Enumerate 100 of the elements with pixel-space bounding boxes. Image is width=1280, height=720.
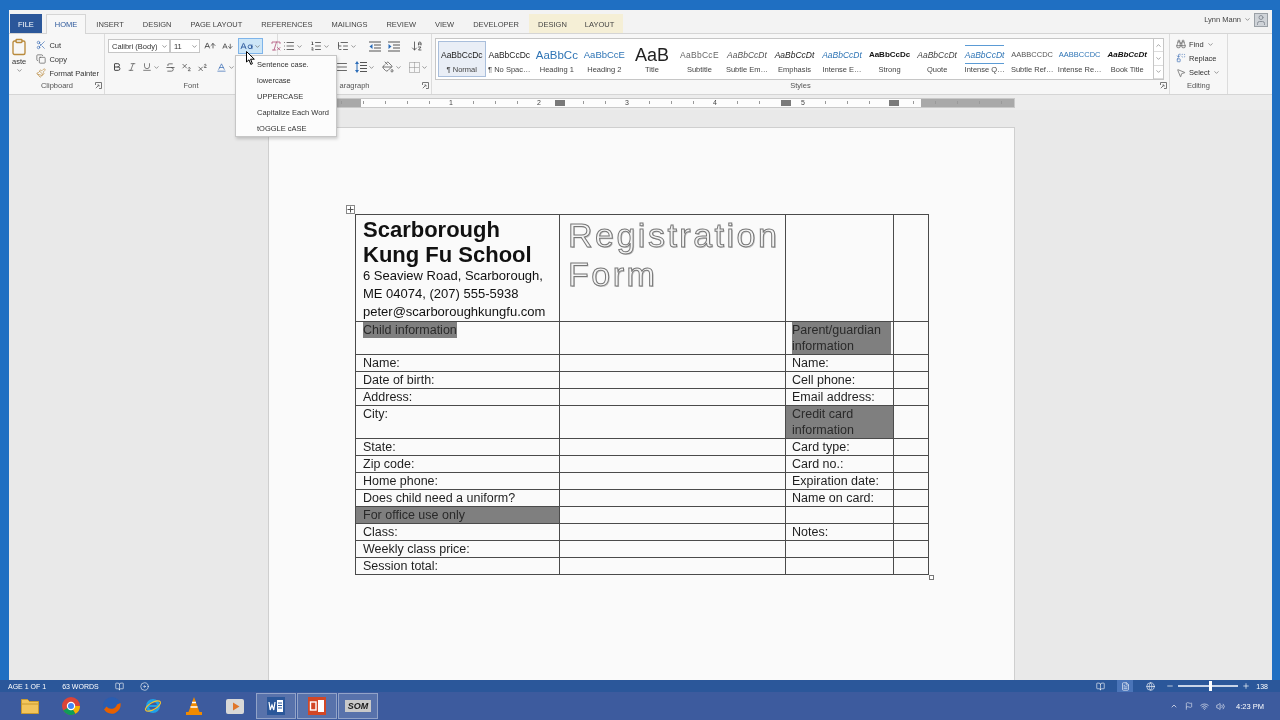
flag-icon[interactable] <box>1185 702 1194 710</box>
binoculars-icon <box>1176 39 1186 50</box>
print-layout-icon <box>1120 681 1130 691</box>
justify-icon <box>336 61 348 73</box>
caret-down-icon <box>191 42 198 50</box>
table-cell: Address: <box>355 388 560 406</box>
table-cell: Card type: <box>785 438 894 456</box>
bold-icon <box>112 62 122 72</box>
decrease-indent-button[interactable] <box>367 38 383 54</box>
read-mode-icon <box>1095 681 1105 691</box>
shaded-cell: Credit card information <box>785 405 894 439</box>
avatar-icon <box>1254 12 1268 27</box>
taskbar-button[interactable]: SOM <box>338 693 378 719</box>
table-cell <box>893 388 929 406</box>
play-icon <box>226 698 244 714</box>
table-cell <box>893 455 929 473</box>
table-cell: Name on card: <box>785 489 894 507</box>
change-case-button[interactable] <box>238 38 263 54</box>
section-heading: Child information <box>363 322 457 338</box>
caret-down-icon <box>1206 40 1214 48</box>
address-line: 6 Seaview Road, Scarborough, <box>363 267 544 285</box>
move-handle-icon[interactable] <box>346 205 355 214</box>
dialog-launcher-icon[interactable] <box>1160 82 1167 89</box>
table-cell: Notes: <box>785 523 894 541</box>
table-cell: Cell phone: <box>785 371 894 389</box>
ring-icon <box>144 697 162 715</box>
increase-indent-icon <box>388 40 400 52</box>
table-cell: City: <box>355 405 560 439</box>
caret-up-icon[interactable] <box>1170 702 1179 710</box>
disc-icon[interactable] <box>139 681 149 691</box>
swoosh-logo-icon <box>103 697 121 715</box>
table-cell <box>893 506 929 524</box>
table-cell <box>893 405 929 439</box>
table-cell <box>893 438 929 456</box>
caret-down-icon <box>1212 69 1220 77</box>
table-cell <box>893 371 929 389</box>
borders-icon <box>409 61 420 73</box>
table-cell: Expiration date: <box>785 472 894 490</box>
form-title: Registration Form <box>568 215 781 294</box>
caret-down-icon <box>254 42 261 50</box>
column-marker[interactable] <box>781 99 791 106</box>
numbering-button[interactable] <box>308 38 332 54</box>
slides-icon <box>308 697 326 715</box>
tree-list-icon <box>337 40 349 52</box>
pointer-icon <box>1176 67 1186 78</box>
increase-indent-button[interactable] <box>386 38 402 54</box>
shading-button[interactable] <box>380 59 404 75</box>
caret-down-icon <box>350 42 357 50</box>
cone-icon <box>186 697 202 715</box>
clipboard-icon <box>10 38 29 56</box>
circle-logo-icon <box>62 697 80 715</box>
plus-icon <box>1242 682 1251 690</box>
table-cell: Does child need a uniform? <box>355 489 560 507</box>
table-cell: State: <box>355 438 560 456</box>
table-cell <box>893 540 929 558</box>
clear-formatting-icon <box>270 40 282 52</box>
view-button[interactable] <box>1117 680 1134 692</box>
column-marker[interactable] <box>889 99 899 106</box>
dialog-launcher-icon[interactable] <box>422 82 429 89</box>
taskbar-button[interactable] <box>297 693 337 719</box>
table-cell <box>893 354 929 372</box>
replace-icon <box>1176 53 1186 64</box>
caret-up-icon <box>1155 41 1162 49</box>
zoom-in-button[interactable] <box>1242 682 1251 690</box>
speaker-icon[interactable] <box>1216 701 1226 711</box>
section-heading: Parent/guardian information <box>792 322 891 354</box>
sort-button[interactable] <box>409 38 425 54</box>
italic-icon <box>127 62 137 72</box>
table-cell <box>893 523 929 541</box>
superscript-icon <box>197 61 208 73</box>
book-icon[interactable] <box>114 681 124 691</box>
web-layout-icon <box>1145 681 1155 691</box>
caret-down-icon <box>368 63 375 71</box>
underline-icon <box>142 62 152 72</box>
table-cell: Date of birth: <box>355 371 560 389</box>
email-text: peter@scarboroughkungfu.com <box>363 303 547 321</box>
line-spacing-icon <box>355 61 367 73</box>
table-cell: Name: <box>355 354 560 372</box>
subscript-icon <box>181 61 192 73</box>
wifi-icon[interactable] <box>1200 701 1210 711</box>
paintbrush-icon <box>36 68 47 78</box>
grow-font-icon <box>204 40 216 52</box>
folder-icon <box>21 698 39 714</box>
scissors-icon <box>36 40 47 50</box>
zoom-out-button[interactable] <box>1166 682 1175 690</box>
zoom-thumb[interactable] <box>1208 681 1212 691</box>
resize-handle-icon[interactable] <box>929 575 934 580</box>
caret-down-icon <box>153 63 160 71</box>
line-spacing-button[interactable] <box>353 59 377 75</box>
caret-down-icon <box>296 42 303 50</box>
clear-formatting-button[interactable] <box>268 38 284 54</box>
column-marker[interactable] <box>555 99 565 106</box>
taskbar-button[interactable] <box>256 693 296 719</box>
caret-down-icon <box>323 42 330 50</box>
text-effects-icon <box>216 61 227 73</box>
paint-bucket-icon <box>382 61 394 73</box>
dialog-launcher-icon[interactable] <box>95 82 102 89</box>
table-cell: Card no.: <box>785 455 894 473</box>
table-cell: Home phone: <box>355 472 560 490</box>
address-line: ME 04074, (207) 555-5938 <box>363 285 520 303</box>
